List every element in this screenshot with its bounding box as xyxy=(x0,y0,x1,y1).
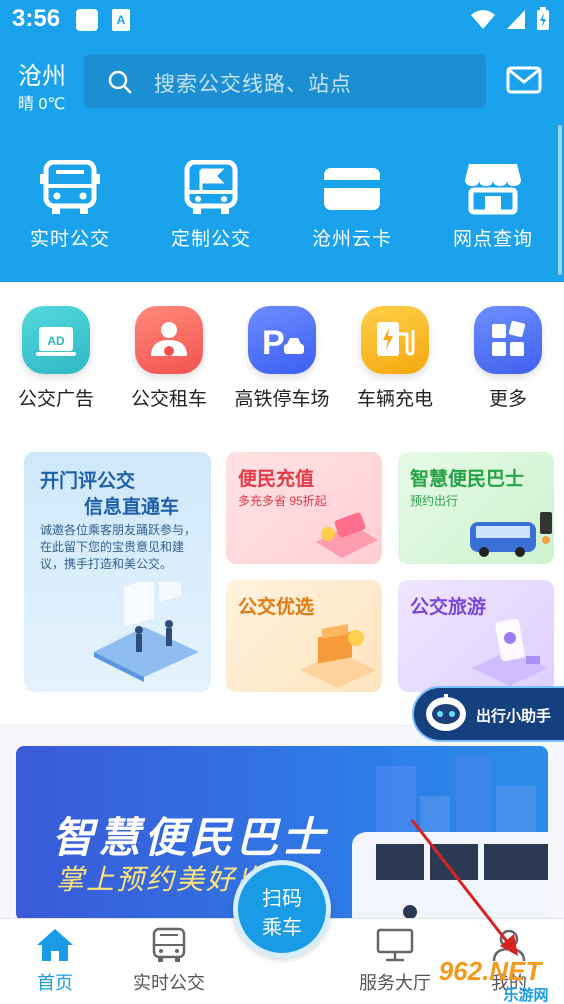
header-area: 3:56 A 沧州 晴 0℃ 搜索公交线路、站点 实时公交 定制公交 沧州云卡 … xyxy=(0,0,564,282)
watermark-sub: 乐游网 xyxy=(503,986,548,1004)
nav-realtime-bus[interactable]: 实时公交 xyxy=(15,160,125,251)
service-ev-charging[interactable]: 车辆充电 xyxy=(345,306,445,411)
promo-subtitle: 预约出行 xyxy=(410,494,459,508)
service-more[interactable]: 更多 xyxy=(458,306,558,411)
search-placeholder: 搜索公交线路、站点 xyxy=(154,73,352,96)
feedback-card[interactable]: 开门评公交 信息直通车 诚邀各位乘客朋友踊跃参与，在此留下您的宝贵意见和建议，携… xyxy=(24,452,211,692)
nav-label: 沧州云卡 xyxy=(311,229,392,250)
more-icon xyxy=(474,306,542,374)
watermark-text: 962.NET xyxy=(439,956,544,986)
charging-icon xyxy=(361,306,429,374)
promo-bus-tour[interactable]: 公交旅游 xyxy=(398,580,554,692)
service-bus-ads[interactable]: AD 公交广告 xyxy=(6,306,106,411)
store-icon xyxy=(465,164,521,215)
service-label: 高铁停车场 xyxy=(234,389,330,410)
robot-icon xyxy=(426,694,466,731)
annotation-arrow xyxy=(410,819,518,956)
tab-home[interactable]: 首页 xyxy=(0,919,110,995)
scan-label-line1: 扫码 xyxy=(262,888,302,910)
status-time: 3:56 xyxy=(12,5,61,32)
wifi-icon xyxy=(471,10,495,29)
signal-icon xyxy=(507,10,525,29)
promo-title: 便民充值 xyxy=(238,469,315,490)
tour-illustration xyxy=(472,618,548,686)
promo-title: 智慧便民巴士 xyxy=(410,469,525,490)
nav-cloud-card[interactable]: 沧州云卡 xyxy=(297,160,407,251)
watermark-logo: 962.NET 乐游网 xyxy=(439,956,549,1004)
select-illustration xyxy=(300,624,376,688)
nav-outlet-query[interactable]: 网点查询 xyxy=(438,160,548,251)
banner-title: 智慧便民巴士 xyxy=(52,814,329,861)
custom-bus-icon xyxy=(184,160,238,214)
service-label: 公交广告 xyxy=(17,389,94,410)
service-label: 更多 xyxy=(488,389,527,410)
city-selector[interactable]: 沧州 xyxy=(18,56,66,91)
svg-text:AD: AD xyxy=(47,334,65,348)
status-bar: 3:56 A xyxy=(0,0,564,40)
ad-icon: AD xyxy=(22,306,90,374)
tab-realtime-bus[interactable]: 实时公交 xyxy=(114,919,224,995)
recharge-illustration xyxy=(316,512,378,558)
scan-label-line2: 乘车 xyxy=(262,917,302,939)
service-rail-parking[interactable]: P 高铁停车场 xyxy=(232,306,332,411)
nav-label: 实时公交 xyxy=(29,229,110,250)
services-section: AD 公交广告 公交租车 P 高铁停车场 车辆充电 更多 开门评公交 信息直通车… xyxy=(0,282,564,724)
tab-label: 实时公交 xyxy=(133,973,205,993)
tab-label: 首页 xyxy=(37,973,73,993)
smart-bus-illustration xyxy=(470,512,552,557)
service-bus-rental[interactable]: 公交租车 xyxy=(119,306,219,411)
parking-icon: P xyxy=(248,306,316,374)
bus-icon xyxy=(40,160,100,214)
promo-title: 公交优选 xyxy=(238,597,315,618)
promo-smart-bus[interactable]: 智慧便民巴士 预约出行 xyxy=(398,452,554,564)
feedback-subtitle: 信息直通车 xyxy=(84,497,180,518)
message-icon[interactable] xyxy=(506,66,542,94)
search-input[interactable]: 搜索公交线路、站点 xyxy=(84,54,486,108)
main-nav: 实时公交 定制公交 沧州云卡 网点查询 xyxy=(0,160,564,260)
promo-recharge[interactable]: 便民充值 多充多省 95折起 xyxy=(226,452,382,564)
card-icon xyxy=(324,168,380,210)
nav-label: 网点查询 xyxy=(452,229,533,250)
bus-icon xyxy=(152,927,186,962)
battery-icon xyxy=(537,7,549,30)
assistant-label: 出行小助手 xyxy=(476,708,552,725)
svg-text:P: P xyxy=(262,324,285,362)
promo-bus-select[interactable]: 公交优选 xyxy=(226,580,382,692)
service-label: 公交租车 xyxy=(130,389,207,410)
feedback-title: 开门评公交 xyxy=(40,471,136,492)
weather-info: 晴 0℃ xyxy=(18,96,66,113)
scan-to-ride-button[interactable]: 扫码 乘车 xyxy=(233,860,331,958)
promo-title: 公交旅游 xyxy=(410,597,487,618)
home-icon xyxy=(37,929,73,961)
nav-custom-bus[interactable]: 定制公交 xyxy=(156,160,266,251)
travel-assistant-button[interactable]: 出行小助手 xyxy=(412,686,564,742)
nav-label: 定制公交 xyxy=(170,229,251,250)
feedback-body: 诚邀各位乘客朋友踊跃参与，在此留下您的宝贵意见和建议，携手打造和美公交。 xyxy=(40,523,197,571)
feedback-illustration xyxy=(94,582,199,682)
notification-icon xyxy=(76,9,98,31)
search-icon xyxy=(108,70,132,94)
app-notification-icon: A xyxy=(112,9,130,31)
driver-icon xyxy=(135,306,203,374)
service-label: 车辆充电 xyxy=(356,389,433,410)
